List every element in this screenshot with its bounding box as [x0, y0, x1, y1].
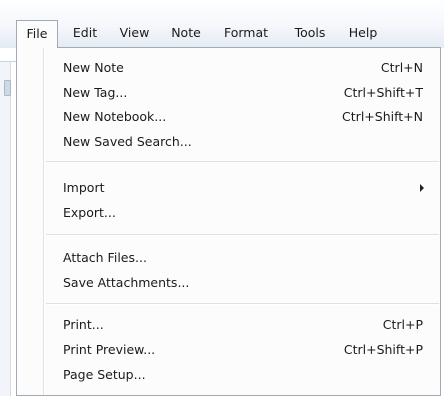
menu-item-label: Print Preview... [63, 342, 156, 357]
menu-item-print[interactable]: Print... Ctrl+P [17, 313, 440, 337]
menu-item-label: New Notebook... [63, 109, 167, 124]
menu-item-new-saved-search[interactable]: New Saved Search... [17, 130, 440, 154]
menu-item-shortcut: Ctrl+N [380, 60, 423, 75]
menu-item-label: Import [63, 180, 105, 195]
menu-bar: File Edit View Note Format Tools Help [0, 0, 444, 48]
menu-separator [46, 161, 439, 163]
menu-item-new-note[interactable]: New Note Ctrl+N [17, 56, 440, 80]
menu-separator [46, 303, 439, 305]
menu-item-page-setup[interactable]: Page Setup... [17, 363, 440, 387]
menu-note[interactable]: Note [162, 20, 210, 45]
menu-item-label: Page Setup... [63, 367, 146, 382]
file-menu-dropdown: New Note Ctrl+N New Tag... Ctrl+Shift+T … [16, 47, 441, 396]
menu-item-shortcut: Ctrl+Shift+N [342, 109, 423, 124]
menu-item-new-tag[interactable]: New Tag... Ctrl+Shift+T [17, 81, 440, 105]
menu-separator [46, 234, 439, 236]
menu-format[interactable]: Format [214, 20, 278, 45]
menu-tools[interactable]: Tools [284, 20, 336, 45]
menu-item-label: New Tag... [63, 85, 128, 100]
menu-item-label: Export... [63, 205, 116, 220]
submenu-arrow-icon [420, 184, 424, 192]
menu-item-label: Print... [63, 317, 104, 332]
menu-file[interactable]: File [16, 20, 58, 48]
menu-item-export[interactable]: Export... [17, 201, 440, 225]
menu-item-new-notebook[interactable]: New Notebook... Ctrl+Shift+N [17, 105, 440, 129]
collapsed-panel-tab[interactable] [4, 80, 11, 96]
menu-item-import[interactable]: Import [17, 176, 440, 200]
menu-item-attach-files[interactable]: Attach Files... [17, 246, 440, 270]
menu-item-shortcut: Ctrl+P [382, 317, 423, 332]
menu-item-shortcut: Ctrl+Shift+T [343, 85, 423, 100]
menu-item-shortcut: Ctrl+Shift+P [343, 342, 423, 357]
menu-help[interactable]: Help [340, 20, 386, 45]
menu-item-label: New Saved Search... [63, 134, 192, 149]
menu-edit[interactable]: Edit [65, 20, 105, 45]
menu-item-print-preview[interactable]: Print Preview... Ctrl+Shift+P [17, 338, 440, 362]
menu-item-label: Save Attachments... [63, 275, 190, 290]
window-left-edge [0, 62, 11, 396]
menu-item-label: Attach Files... [63, 250, 147, 265]
menu-item-save-attachments[interactable]: Save Attachments... [17, 271, 440, 295]
menu-view[interactable]: View [112, 20, 157, 45]
menu-item-label: New Note [63, 60, 124, 75]
